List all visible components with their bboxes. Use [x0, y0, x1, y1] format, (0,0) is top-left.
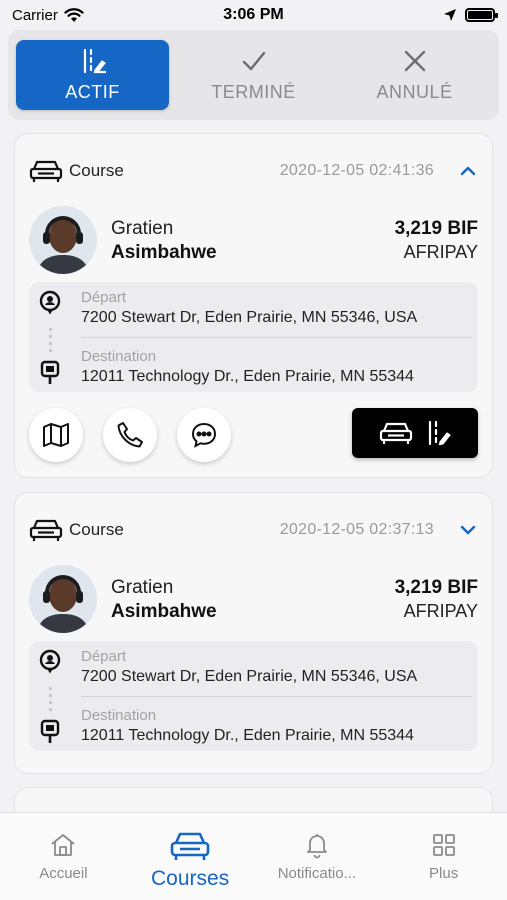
chevron-up-icon[interactable]	[458, 161, 478, 181]
nav-courses-label: Courses	[151, 867, 230, 890]
nav-accueil-label: Accueil	[39, 865, 88, 882]
pickup-pin-icon	[39, 290, 61, 315]
chevron-down-icon[interactable]	[458, 520, 478, 540]
status-right	[443, 8, 498, 22]
home-icon	[51, 834, 75, 856]
tab-annule-label: ANNULÉ	[376, 81, 453, 102]
driver-avatar	[29, 206, 97, 274]
nav-plus-label: Plus	[429, 865, 459, 882]
destination-pin-icon	[40, 719, 60, 743]
destination-label: Destination	[81, 707, 157, 724]
wifi-icon	[64, 7, 84, 22]
message-button[interactable]	[177, 408, 231, 462]
bottom-navigation: Accueil Courses Notificatio... Plus	[0, 812, 507, 900]
location-arrow-icon	[444, 9, 456, 21]
tab-actif[interactable]: ACTIF	[16, 40, 169, 110]
route-box: Départ 7200 Stewart Dr, Eden Prairie, MN…	[29, 641, 478, 751]
driver-last-name: Asimbahwe	[111, 242, 217, 263]
nav-notifications-label: Notificatio...	[277, 865, 357, 882]
check-icon	[242, 51, 265, 70]
destination-pin-icon	[40, 360, 60, 384]
car-icon	[379, 422, 413, 444]
ride-actions	[29, 408, 478, 464]
ride-datetime: 2020-12-05 02:37:13	[279, 521, 434, 538]
route-edit-icon	[83, 48, 106, 73]
route-connector	[49, 685, 52, 713]
car-icon	[29, 160, 63, 182]
grid-icon	[432, 834, 455, 856]
driver-first-name: Gratien	[111, 218, 174, 239]
map-icon	[43, 423, 69, 447]
ride-type: Course	[69, 520, 124, 539]
pickup-pin-icon	[39, 649, 61, 674]
ride-card-header[interactable]: Course 2020-12-05 02:41:36	[29, 156, 478, 186]
nav-accueil[interactable]: Accueil	[0, 813, 127, 900]
driver-first-name: Gratien	[111, 577, 174, 598]
ride-card-header[interactable]: Course 2020-12-05 02:37:13	[29, 515, 478, 545]
ride-card[interactable]: Course 2020-12-05 02:37:13 Gratien Asimb…	[14, 492, 493, 774]
chat-bubble-icon	[191, 422, 217, 448]
bell-icon	[306, 834, 327, 859]
tab-termine[interactable]: TERMINÉ	[177, 40, 330, 110]
close-icon	[404, 50, 425, 71]
ride-type: Course	[69, 161, 124, 180]
driver-row: Gratien Asimbahwe 3,219 BIF AFRIPAY	[29, 565, 478, 635]
destination-label: Destination	[81, 348, 157, 365]
departure-label: Départ	[81, 648, 127, 665]
start-ride-button[interactable]	[352, 408, 478, 458]
car-icon	[29, 519, 63, 541]
battery-icon	[465, 8, 498, 22]
tab-termine-label: TERMINÉ	[211, 81, 296, 102]
nav-plus[interactable]: Plus	[380, 813, 507, 900]
departure-label: Départ	[81, 289, 127, 306]
car-icon	[170, 832, 210, 860]
driver-row: Gratien Asimbahwe 3,219 BIF AFRIPAY	[29, 206, 478, 276]
status-bar: Carrier 3:06 PM	[0, 0, 507, 30]
ride-price: 3,219 BIF	[394, 218, 478, 239]
carrier-label: Carrier	[12, 6, 58, 24]
status-left: Carrier	[12, 7, 84, 24]
ride-card[interactable]: Course 2020-12-05 02:41:36 Gratien Asimb…	[14, 133, 493, 478]
tab-actif-label: ACTIF	[65, 81, 120, 102]
driver-avatar	[29, 565, 97, 633]
tab-annule[interactable]: ANNULÉ	[338, 40, 491, 110]
route-divider	[81, 337, 472, 338]
destination-address: 12011 Technology Dr., Eden Prairie, MN 5…	[81, 727, 414, 744]
route-box: Départ 7200 Stewart Dr, Eden Prairie, MN…	[29, 282, 478, 392]
ride-datetime: 2020-12-05 02:41:36	[279, 162, 434, 179]
phone-icon	[117, 422, 143, 448]
destination-address: 12011 Technology Dr., Eden Prairie, MN 5…	[81, 368, 414, 385]
call-button[interactable]	[103, 408, 157, 462]
driver-last-name: Asimbahwe	[111, 601, 217, 622]
ride-status-tabs: ACTIF TERMINÉ ANNULÉ	[8, 30, 499, 120]
nav-courses[interactable]: Courses	[127, 813, 254, 900]
departure-address: 7200 Stewart Dr, Eden Prairie, MN 55346,…	[81, 668, 418, 685]
payment-method: AFRIPAY	[403, 242, 478, 262]
payment-method: AFRIPAY	[403, 601, 478, 621]
ride-price: 3,219 BIF	[394, 577, 478, 598]
route-edit-icon	[428, 420, 451, 446]
map-button[interactable]	[29, 408, 83, 462]
departure-address: 7200 Stewart Dr, Eden Prairie, MN 55346,…	[81, 309, 418, 326]
nav-notifications[interactable]: Notificatio...	[254, 813, 381, 900]
route-divider	[81, 696, 472, 697]
route-connector	[49, 326, 52, 354]
